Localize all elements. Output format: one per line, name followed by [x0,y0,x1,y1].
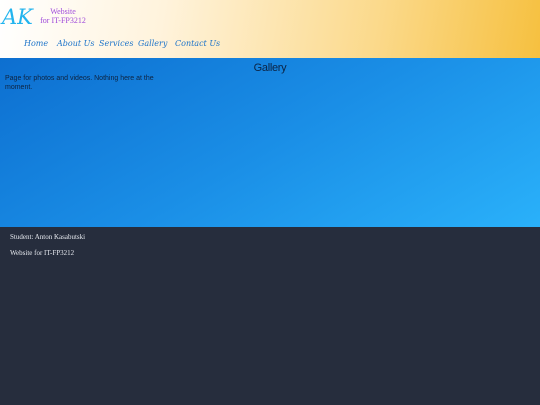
site-subtitle: Website for IT-FP3212 [38,7,88,25]
main-content: Gallery Page for photos and videos. Noth… [0,58,540,227]
site-logo[interactable]: AK [2,5,33,29]
page-description: Page for photos and videos. Nothing here… [5,75,154,91]
site-footer: Student: Anton Kasabutski Website for IT… [0,227,540,405]
nav-about-us[interactable]: About Us [57,39,94,48]
nav-home[interactable]: Home [24,39,48,48]
site-subtitle-line2: for IT-FP3212 [40,16,86,25]
site-header: AK Website for IT-FP3212 Home About Us S… [0,0,540,58]
footer-site: Website for IT-FP3212 [10,249,75,257]
footer-student: Student: Anton Kasabutski [10,233,86,241]
page-title: Gallery [253,62,287,74]
site-subtitle-line1: Website [50,7,76,16]
nav-gallery[interactable]: Gallery [138,39,167,48]
nav-services[interactable]: Services [99,39,133,48]
nav-contact-us[interactable]: Contact Us [175,39,220,48]
